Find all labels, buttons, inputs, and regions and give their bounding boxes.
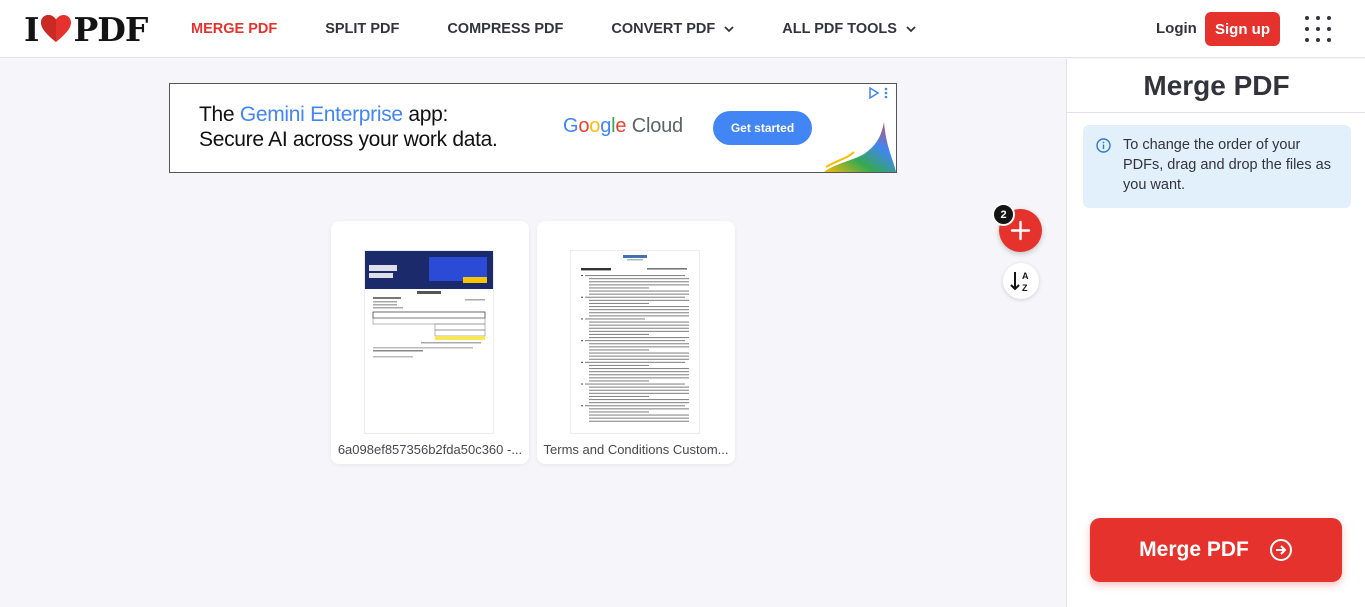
nav-convert-pdf[interactable]: CONVERT PDF [611, 21, 734, 37]
arrow-right-circle-icon [1269, 539, 1292, 561]
merge-pdf-button[interactable]: Merge PDF [1090, 518, 1342, 582]
svg-text:Z: Z [1022, 283, 1028, 293]
signup-button[interactable]: Sign up [1205, 12, 1280, 46]
nav-label: ALL PDF TOOLS [782, 21, 897, 37]
logo-text-pdf: PDF [73, 9, 148, 49]
nav-label: SPLIT PDF [325, 21, 400, 37]
main-nav: MERGE PDF SPLIT PDF COMPRESS PDF CONVERT… [191, 0, 964, 58]
nav-label: CONVERT PDF [611, 21, 716, 37]
heart-icon [41, 15, 72, 42]
grid-dots-icon[interactable] [1305, 16, 1331, 42]
file-card[interactable]: 6a098ef857356b2fda50c360 -... [331, 221, 529, 464]
chevron-down-icon [724, 25, 734, 32]
info-icon [1096, 138, 1111, 153]
nav-label: MERGE PDF [191, 21, 278, 37]
file-count-badge: 2 [992, 203, 1015, 226]
chevron-down-icon [906, 25, 916, 32]
plus-icon [1010, 220, 1031, 241]
file-name: 6a098ef857356b2fda50c360 -... [337, 442, 523, 457]
ad-choices-icon[interactable] [868, 87, 890, 99]
pdf-thumbnail [365, 251, 493, 433]
merge-button-label: Merge PDF [1139, 538, 1249, 561]
nav-label: COMPRESS PDF [447, 21, 564, 37]
top-header: I PDF MERGE PDF SPLIT PDF COMPRESS PDF C… [0, 0, 1365, 58]
merge-sidebar: Merge PDF To change the order of your PD… [1066, 59, 1365, 607]
ad-get-started-button[interactable]: Get started [713, 111, 812, 145]
info-text: To change the order of your PDFs, drag a… [1123, 137, 1331, 193]
logo-text-i: I [24, 9, 39, 49]
ad-headline: The Gemini Enterprise app: Secure AI acr… [199, 103, 498, 151]
pdf-thumbnail [571, 251, 699, 433]
nav-split-pdf[interactable]: SPLIT PDF [325, 21, 399, 37]
ilovepdf-logo[interactable]: I PDF [24, 9, 148, 49]
google-cloud-logo: Google Cloud [563, 115, 683, 137]
sidebar-title: Merge PDF [1067, 59, 1365, 113]
file-name: Terms and Conditions Custom... [543, 442, 729, 457]
ad-banner[interactable]: The Gemini Enterprise app: Secure AI acr… [169, 83, 897, 173]
login-link[interactable]: Login [1156, 20, 1197, 37]
gemini-spark-art [824, 122, 896, 172]
file-card[interactable]: Terms and Conditions Custom... [537, 221, 735, 464]
svg-text:A: A [1022, 271, 1029, 281]
nav-compress-pdf[interactable]: COMPRESS PDF [447, 21, 563, 37]
nav-all-pdf-tools[interactable]: ALL PDF TOOLS [782, 21, 916, 37]
info-notice: To change the order of your PDFs, drag a… [1083, 125, 1351, 208]
nav-merge-pdf[interactable]: MERGE PDF [191, 21, 277, 37]
sort-az-icon: A Z [1010, 271, 1029, 293]
sort-button[interactable]: A Z [1003, 263, 1039, 299]
